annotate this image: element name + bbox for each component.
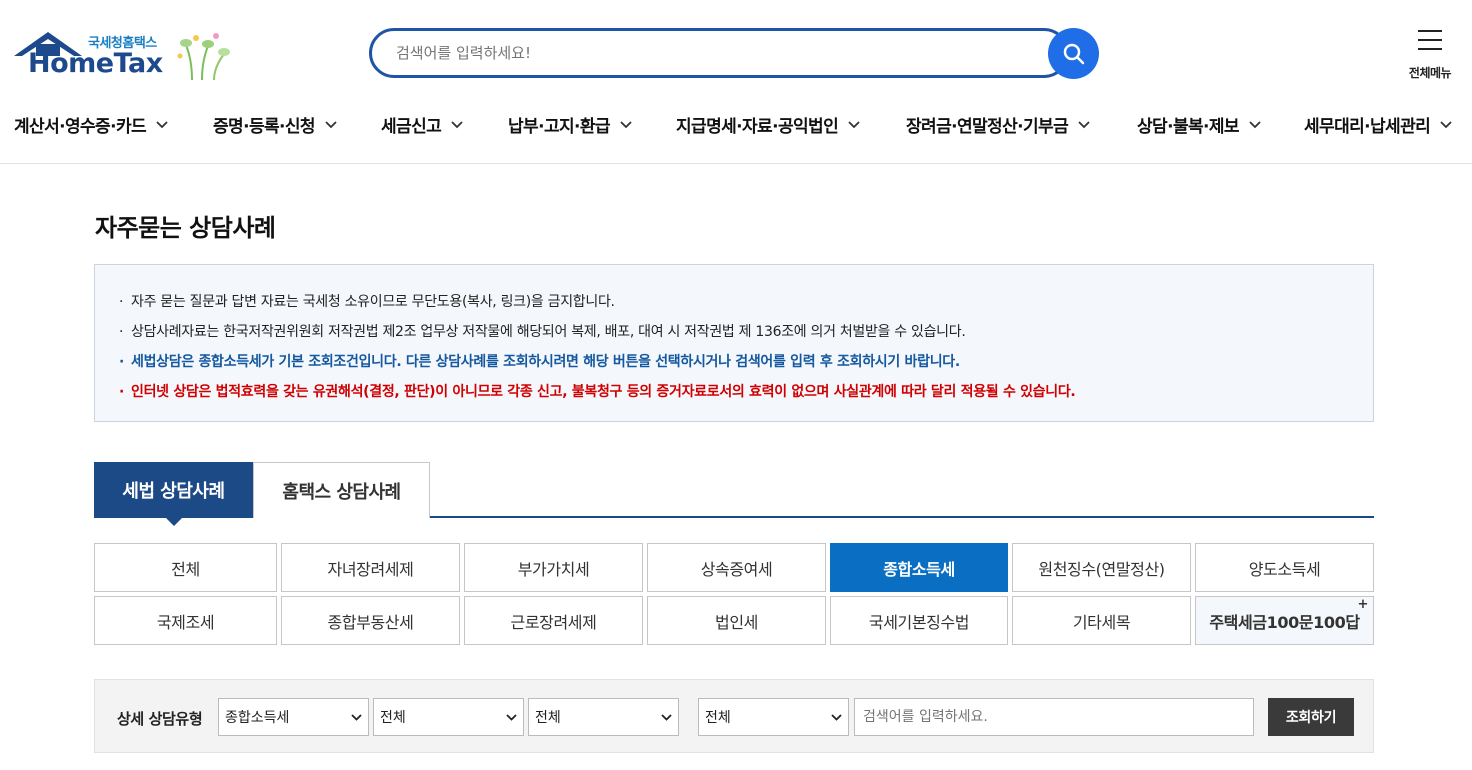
main-navigation: 계산서·영수증·카드 증명·등록·신청 세금신고 납부·고지·환급 지급명세·자…: [0, 102, 1472, 144]
category-label: 국제조세: [156, 612, 215, 632]
nav-item-label: 납부·고지·환급: [508, 117, 611, 137]
nav-item-tax-agent[interactable]: 세무대리·납세관리: [1304, 112, 1452, 137]
tax-category-grid: 전체 자녀장려세제 부가가치세 상속증여세 종합소득세 원천징수(연말정산) 양…: [94, 543, 1374, 645]
filter-select-search-scope[interactable]: 전체: [698, 698, 849, 736]
keyword-input[interactable]: [854, 698, 1254, 736]
nav-item-incentives[interactable]: 장려금·연말정산·기부금: [906, 112, 1090, 137]
select-value: 전체: [535, 710, 561, 726]
select-value: 종합소득세: [225, 710, 290, 726]
logo-wordmark: HomeTax: [28, 48, 163, 79]
category-button[interactable]: 상속증여세: [647, 543, 826, 592]
category-button[interactable]: 법인세: [647, 596, 826, 645]
nav-item-label: 세무대리·납세관리: [1304, 117, 1431, 137]
category-label: 부가가치세: [517, 559, 590, 579]
chevron-down-icon: [1078, 120, 1090, 128]
tab-tax-law-consult[interactable]: 세법 상담사례: [94, 462, 253, 526]
consult-tabs: 세법 상담사례 홈택스 상담사례: [94, 462, 1374, 526]
search-icon: [1063, 43, 1084, 64]
nav-item-certificates[interactable]: 증명·등록·신청: [213, 112, 337, 137]
select-value: 전체: [705, 710, 731, 726]
category-label: 양도소득세: [1248, 559, 1321, 579]
category-button[interactable]: 부가가치세: [464, 543, 643, 592]
notice-text: 상담사례자료는 한국저작권위원회 저작권법 제2조 업무상 저작물에 해당되어 …: [131, 324, 966, 340]
chevron-down-icon: [351, 713, 362, 721]
category-button[interactable]: 국제조세: [94, 596, 277, 645]
category-button[interactable]: 국세기본징수법: [830, 596, 1008, 645]
nav-item-tax-filing[interactable]: 세금신고: [381, 112, 463, 137]
category-label: 국세기본징수법: [868, 612, 970, 632]
category-button[interactable]: 자녀장려세제: [281, 543, 460, 592]
notice-line: · 자주 묻는 질문과 답변 자료는 국세청 소유이므로 무단도용(복사, 링크)…: [119, 294, 615, 310]
filter-label: 상세 상담유형: [117, 710, 203, 728]
notice-line: · 상담사례자료는 한국저작권위원회 저작권법 제2조 업무상 저작물에 해당되어…: [119, 324, 966, 340]
category-label: 전체: [171, 559, 200, 579]
chevron-down-icon: [848, 120, 860, 128]
nav-item-consulting[interactable]: 상담·불복·제보: [1137, 112, 1261, 137]
tab-label: 홈택스 상담사례: [282, 481, 401, 503]
nav-item-label: 지급명세·자료·공익법인: [676, 117, 839, 137]
housing-tax-faq-button[interactable]: 주택세금100문100답 +: [1195, 596, 1374, 645]
category-button[interactable]: 원천징수(연말정산): [1012, 543, 1191, 592]
select-value: 전체: [380, 710, 406, 726]
chevron-down-icon: [1440, 120, 1452, 128]
nav-item-payment[interactable]: 납부·고지·환급: [508, 112, 632, 137]
category-button[interactable]: 종합부동산세: [281, 596, 460, 645]
category-label: 상속증여세: [700, 559, 773, 579]
hamburger-menu-icon: [1418, 30, 1442, 50]
nav-item-label: 증명·등록·신청: [213, 117, 316, 137]
chevron-down-icon: [831, 713, 842, 721]
page-title: 자주묻는 상담사례: [95, 214, 276, 242]
category-label: 종합소득세: [883, 559, 955, 579]
nav-item-receipts[interactable]: 계산서·영수증·카드: [14, 112, 168, 137]
notice-line: · 세법상담은 종합소득세가 기본 조회조건입니다. 다른 상담사례를 조회하시려…: [119, 354, 960, 370]
category-label: 주택세금100문100답: [1209, 612, 1360, 632]
chevron-down-icon: [156, 120, 168, 128]
search-submit-button[interactable]: 조회하기: [1268, 698, 1354, 736]
category-label: 종합부동산세: [327, 612, 414, 632]
category-button[interactable]: 양도소득세: [1195, 543, 1374, 592]
filter-select-tax-type[interactable]: 종합소득세: [218, 698, 369, 736]
nav-item-label: 상담·불복·제보: [1137, 117, 1240, 137]
tab-hometax-consult[interactable]: 홈택스 상담사례: [253, 462, 430, 518]
notice-text: 세법상담은 종합소득세가 기본 조회조건입니다. 다른 상담사례를 조회하시려면…: [131, 354, 960, 370]
filter-select-category[interactable]: 전체: [373, 698, 524, 736]
category-label: 근로장려세제: [510, 612, 597, 632]
chevron-down-icon: [661, 713, 672, 721]
nav-item-label: 세금신고: [381, 117, 442, 137]
category-button[interactable]: 기타세목: [1012, 596, 1191, 645]
site-header: 국세청홈택스 HomeTax 전체메뉴: [0, 0, 1472, 164]
global-search-input[interactable]: [369, 28, 1069, 78]
nav-item-statements[interactable]: 지급명세·자료·공익법인: [676, 112, 860, 137]
plus-icon: +: [1357, 597, 1369, 612]
chevron-down-icon: [1249, 120, 1261, 128]
all-menu-button[interactable]: 전체메뉴: [1400, 28, 1460, 80]
all-menu-label: 전체메뉴: [1408, 66, 1452, 80]
chevron-down-icon: [506, 713, 517, 721]
chevron-down-icon: [620, 120, 632, 128]
detail-filter-bar: 상세 상담유형 종합소득세 전체 전체 전체 조회하기: [94, 679, 1374, 753]
flower-decoration-icon: [177, 33, 230, 81]
hometax-logo[interactable]: 국세청홈택스 HomeTax: [14, 26, 230, 84]
notice-box: · 자주 묻는 질문과 답변 자료는 국세청 소유이므로 무단도용(복사, 링크)…: [94, 264, 1374, 422]
notice-text: 자주 묻는 질문과 답변 자료는 국세청 소유이므로 무단도용(복사, 링크)을…: [131, 294, 615, 310]
notice-text: 인터넷 상담은 법적효력을 갖는 유권해석(결정, 판단)이 아니므로 각종 신…: [131, 384, 1076, 400]
category-button[interactable]: 근로장려세제: [464, 596, 643, 645]
global-search: [369, 28, 1099, 79]
category-button[interactable]: 전체: [94, 543, 277, 592]
chevron-down-icon: [325, 120, 337, 128]
tab-label: 세법 상담사례: [122, 481, 225, 502]
nav-item-label: 계산서·영수증·카드: [14, 117, 147, 137]
active-tab-pointer: [165, 517, 183, 526]
notice-line: · 인터넷 상담은 법적효력을 갖는 유권해석(결정, 판단)이 아니므로 각종 …: [119, 384, 1076, 400]
category-label: 원천징수(연말정산): [1038, 559, 1165, 579]
global-search-button[interactable]: [1048, 28, 1099, 79]
chevron-down-icon: [451, 120, 463, 128]
category-button-selected[interactable]: 종합소득세: [830, 543, 1008, 592]
category-label: 법인세: [715, 612, 758, 632]
nav-item-label: 장려금·연말정산·기부금: [906, 117, 1069, 137]
category-label: 자녀장려세제: [327, 559, 414, 579]
filter-select-subcategory[interactable]: 전체: [528, 698, 679, 736]
category-label: 기타세목: [1072, 612, 1131, 632]
